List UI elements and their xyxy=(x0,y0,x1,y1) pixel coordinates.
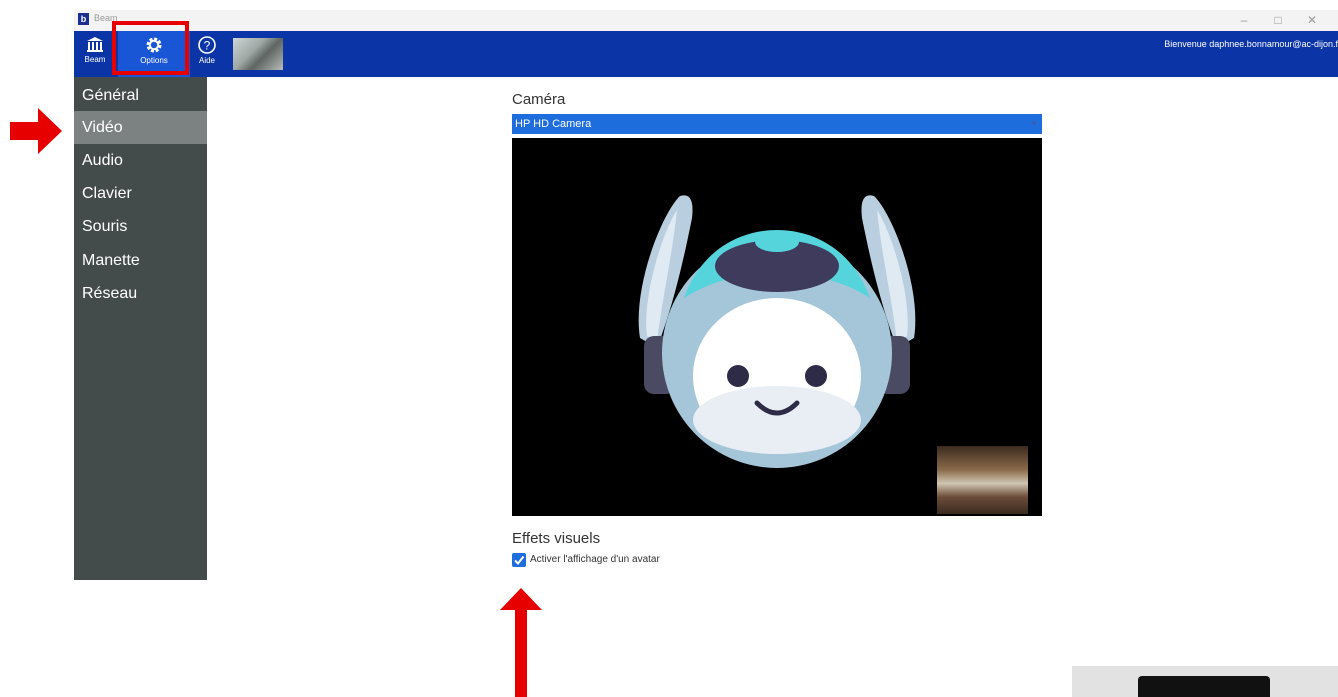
help-button-label: Aide xyxy=(198,56,215,65)
camera-select[interactable]: HP HD Camera ▼ xyxy=(512,114,1042,134)
sidebar-item-general[interactable]: Général xyxy=(74,79,207,112)
sidebar-item-gamepad[interactable]: Manette xyxy=(74,244,207,277)
camera-heading: Caméra xyxy=(512,91,566,108)
red-arrow-up-icon xyxy=(500,588,542,697)
robot-view-thumbnail[interactable] xyxy=(233,38,283,70)
self-view-thumbnail xyxy=(937,446,1028,514)
building-icon xyxy=(87,37,103,52)
red-arrow-right-icon xyxy=(10,108,62,154)
beam-button[interactable]: Beam xyxy=(74,31,116,77)
checkmark-icon xyxy=(514,555,525,566)
window-titlebar: b Beam – □ ✕ xyxy=(74,10,1338,31)
help-button[interactable]: ? Aide xyxy=(192,31,222,77)
settings-sidebar: Général Vidéo Audio Clavier Souris Manet… xyxy=(74,77,207,580)
main-toolbar: Beam Options ? Aide Bienvenue daphnee.bo… xyxy=(74,31,1338,77)
svg-text:?: ? xyxy=(204,39,211,53)
sidebar-item-audio[interactable]: Audio xyxy=(74,144,207,177)
welcome-message: Bienvenue daphnee.bonnamour@ac-dijon.f xyxy=(1164,39,1338,49)
beam-logo-icon: b xyxy=(78,13,89,25)
avatar-checkbox-label: Activer l'affichage d'un avatar xyxy=(530,554,660,565)
dropdown-caret-icon: ▼ xyxy=(1030,119,1038,128)
sidebar-item-network[interactable]: Réseau xyxy=(74,277,207,310)
camera-select-value: HP HD Camera xyxy=(515,118,592,130)
avatar-checkbox[interactable] xyxy=(512,553,526,567)
device-photo-tablet xyxy=(1138,676,1270,697)
sidebar-item-keyboard[interactable]: Clavier xyxy=(74,177,207,210)
visual-effects-heading: Effets visuels xyxy=(512,530,601,547)
sidebar-item-mouse[interactable]: Souris xyxy=(74,210,207,243)
camera-preview xyxy=(512,138,1042,516)
sidebar-item-video[interactable]: Vidéo xyxy=(74,111,207,144)
help-icon: ? xyxy=(198,36,216,54)
minimize-icon[interactable]: – xyxy=(1234,11,1254,29)
maximize-icon[interactable]: □ xyxy=(1268,11,1288,29)
beam-button-label: Beam xyxy=(84,55,106,64)
close-icon[interactable]: ✕ xyxy=(1302,11,1322,29)
options-highlight-box xyxy=(112,21,189,75)
